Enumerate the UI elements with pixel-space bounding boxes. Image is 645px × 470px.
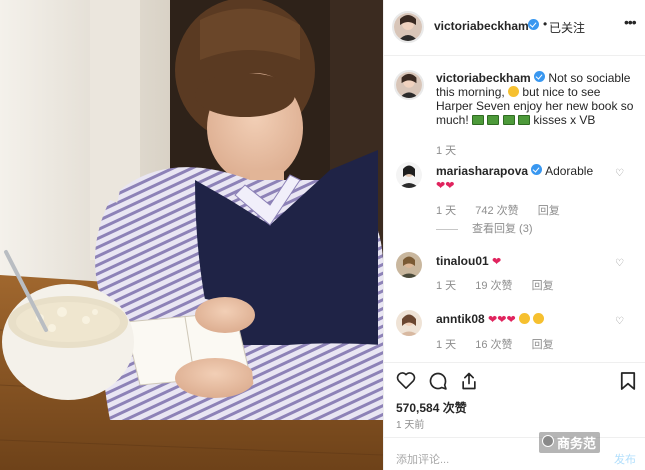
comment-time: 1 天: [436, 280, 457, 292]
comment-meta: 1 天 19 次赞 回复: [436, 277, 570, 293]
separator-dot: •: [543, 17, 548, 31]
verified-icon: [528, 19, 539, 30]
author-avatar[interactable]: [392, 11, 424, 43]
action-bar: [384, 362, 645, 396]
reply-link[interactable]: 回复: [538, 205, 560, 217]
post-image: [0, 0, 383, 470]
comment-time: 1 天: [436, 339, 457, 351]
commenter-avatar[interactable]: [396, 162, 422, 188]
smile-emoji-icon: [533, 313, 545, 324]
commenter-username[interactable]: tinalou01: [436, 254, 489, 268]
author-username[interactable]: victoriabeckham: [434, 19, 529, 33]
red-heart-emoji-icon: ❤❤❤: [488, 314, 516, 326]
reply-link[interactable]: 回复: [532, 280, 554, 292]
post-header: victoriabeckham • 已关注 •••: [384, 0, 645, 56]
red-heart-emoji-icon: ❤❤: [436, 180, 455, 192]
share-icon[interactable]: [459, 371, 479, 394]
comment-meta: 1 天 16 次赞 回复: [436, 336, 570, 352]
book-emoji-icon: [518, 115, 531, 125]
comment-item: mariasharapova Adorable ❤❤ ♡ 1 天 742 次赞 …: [384, 162, 645, 242]
add-comment-input[interactable]: 添加评论...: [396, 451, 449, 467]
commenter-username[interactable]: mariasharapova: [436, 164, 528, 178]
caption-avatar[interactable]: [394, 70, 424, 100]
smile-emoji-icon: [519, 313, 531, 324]
caption-author[interactable]: victoriabeckham: [436, 71, 531, 85]
caption-text: victoriabeckham Not so sociable this mor…: [436, 71, 636, 127]
caption-time: 1 天: [436, 145, 457, 157]
comment-likes[interactable]: 742 次赞: [475, 205, 518, 217]
comment-text: Adorable: [545, 164, 594, 178]
comment-time: 1 天: [436, 205, 457, 217]
caption-text-part3: kisses x VB: [533, 113, 596, 127]
commenter-avatar[interactable]: [396, 310, 422, 336]
verified-icon: [534, 71, 546, 82]
add-comment-bar: 添加评论... 发布: [384, 437, 645, 470]
comment-like-heart-icon[interactable]: ♡: [615, 316, 624, 327]
comment-like-heart-icon[interactable]: ♡: [615, 258, 624, 269]
commenter-avatar[interactable]: [396, 252, 422, 278]
heart-icon[interactable]: [396, 371, 416, 392]
book-emoji-icon: [487, 115, 500, 125]
post-comment-button[interactable]: 发布: [614, 451, 636, 467]
comment-likes[interactable]: 16 次赞: [475, 339, 512, 351]
watermark: 商务范: [539, 432, 601, 453]
comment-like-heart-icon[interactable]: ♡: [615, 168, 624, 179]
verified-icon: [531, 164, 543, 175]
smile-emoji-icon: [508, 86, 520, 97]
wechat-icon: [542, 435, 554, 447]
comment-item: tinalou01 ❤ ♡ 1 天 19 次赞 回复: [384, 252, 645, 296]
like-count[interactable]: 570,584 次赞: [396, 399, 467, 416]
comment-icon[interactable]: [428, 371, 448, 394]
comment-likes[interactable]: 19 次赞: [475, 280, 512, 292]
more-icon[interactable]: •••: [624, 14, 637, 30]
follow-status-button[interactable]: 已关注: [549, 19, 585, 36]
commenter-username[interactable]: anntik08: [436, 312, 485, 326]
book-emoji-icon: [502, 115, 515, 125]
watermark-label: 商务范: [557, 436, 597, 451]
comment-item: anntik08 ❤❤❤ ♡ 1 天 16 次赞 回复: [384, 310, 645, 354]
post-photo[interactable]: [0, 0, 383, 470]
post-panel: victoriabeckham • 已关注 ••• victoriabeckha…: [383, 0, 645, 470]
caption: victoriabeckham Not so sociable this mor…: [384, 70, 645, 157]
bookmark-icon[interactable]: [620, 371, 636, 394]
reply-link[interactable]: 回复: [532, 339, 554, 351]
red-heart-emoji-icon: ❤: [492, 256, 502, 268]
post-timestamp: 1 天前: [396, 420, 425, 431]
book-emoji-icon: [472, 115, 485, 125]
view-replies-link[interactable]: 查看回复 (3): [436, 220, 533, 236]
comment-meta: 1 天 742 次赞 回复: [436, 202, 576, 218]
